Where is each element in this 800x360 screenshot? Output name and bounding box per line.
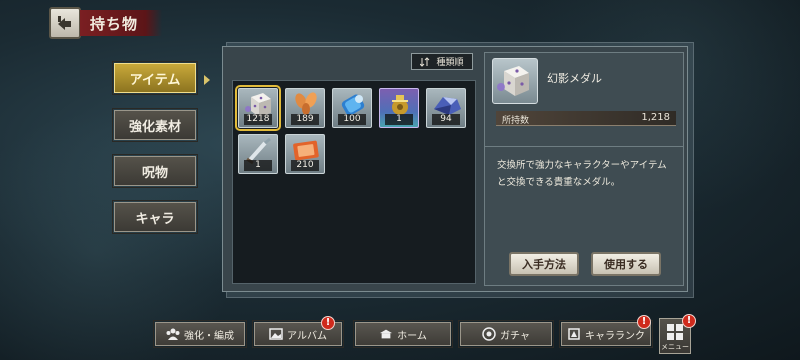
item-slot-golden-pot[interactable]: 1	[379, 88, 419, 128]
nav-home[interactable]: ホーム	[353, 320, 453, 348]
nav-gacha-label: ガチャ	[500, 330, 530, 342]
tab-cursed-items[interactable]: 呪物	[112, 154, 198, 188]
team-icon	[166, 327, 180, 341]
nav-enhance-label: 強化・編成	[184, 330, 234, 342]
use-button[interactable]: 使用する	[591, 252, 661, 276]
detail-item-icon	[492, 58, 538, 104]
active-tab-arrow-icon	[204, 75, 210, 85]
item-count: 189	[291, 114, 319, 125]
album-notification-badge: !	[321, 316, 335, 330]
back-button[interactable]	[49, 7, 81, 39]
sort-icon	[420, 56, 430, 67]
back-arrow-icon	[58, 16, 71, 30]
stock-value: 1,218	[641, 112, 670, 123]
nav-gacha[interactable]: ガチャ	[458, 320, 554, 348]
item-count: 1218	[244, 114, 272, 125]
item-slot-crystal-ore[interactable]: 94	[426, 88, 466, 128]
nav-album-label: アルバム	[287, 330, 327, 342]
rank-notification-badge: !	[637, 315, 651, 329]
item-slot-leaf[interactable]: 189	[285, 88, 325, 128]
stock-label: 所持数	[502, 116, 530, 126]
item-slot-dice-medal[interactable]: 1218	[235, 85, 281, 131]
description-line: と交換できる貴重なメダル。	[497, 177, 621, 188]
stock-row: 所持数 1,218	[496, 111, 676, 126]
nav-home-label: ホーム	[397, 330, 427, 342]
item-description: 交換所で強力なキャラクターやアイテム と交換できる貴重なメダル。	[497, 157, 679, 191]
item-slot-orange-ticket[interactable]: 210	[285, 134, 325, 174]
item-slot-broken-sword[interactable]: 1	[238, 134, 278, 174]
nav-enhance[interactable]: 強化・編成	[153, 320, 247, 348]
sort-label: 種類順	[436, 58, 464, 68]
divider	[484, 146, 684, 147]
tab-items[interactable]: アイテム	[112, 61, 198, 95]
album-icon	[269, 327, 283, 341]
item-slot-blue-scroll[interactable]: 100	[332, 88, 372, 128]
gacha-icon	[482, 327, 496, 341]
description-line: 交換所で強力なキャラクターやアイテム	[497, 160, 667, 171]
item-count: 1	[244, 160, 272, 171]
detail-item-name: 幻影メダル	[547, 72, 602, 85]
page-title: 持ち物	[80, 10, 162, 36]
how-to-get-button[interactable]: 入手方法	[509, 252, 579, 276]
nav-character-rank-label: キャラランク	[585, 330, 645, 342]
rank-icon	[567, 327, 581, 341]
menu-label: メニュー	[661, 343, 689, 351]
item-count: 94	[432, 114, 460, 125]
dice-medal-icon	[497, 66, 529, 96]
tab-materials[interactable]: 強化素材	[112, 108, 198, 142]
home-icon	[379, 327, 393, 341]
menu-notification-badge: !	[682, 314, 696, 328]
item-count: 1	[385, 114, 413, 125]
grid-menu-icon	[667, 324, 683, 340]
sort-button[interactable]: 種類順	[411, 53, 473, 70]
item-count: 100	[338, 114, 366, 125]
item-count: 210	[291, 160, 319, 171]
tab-characters[interactable]: キャラ	[112, 200, 198, 234]
